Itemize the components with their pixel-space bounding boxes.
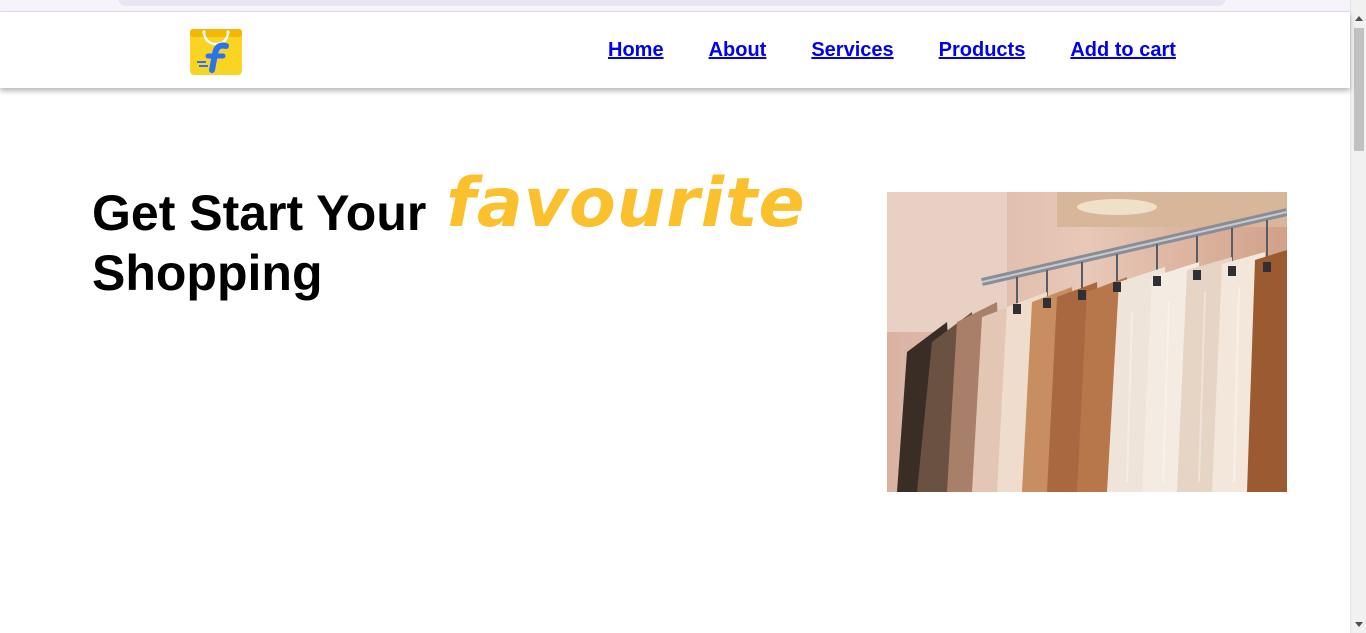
hero-title-accent: favourite [446,164,806,243]
nav-links: Home About Services Products Add to cart [608,39,1176,62]
nav-link-add-to-cart[interactable]: Add to cart [1070,39,1176,61]
hero-title-start: Get Start Your [92,185,427,241]
nav-item-services: Services [811,39,893,62]
browser-top-bar [0,0,1350,12]
browser-address-bar[interactable] [118,0,1226,6]
scrollbar-thumb[interactable] [1354,28,1364,151]
nav-link-about[interactable]: About [709,39,767,61]
nav-link-services[interactable]: Services [811,39,893,61]
nav-item-cart: Add to cart [1070,39,1176,62]
nav-link-products[interactable]: Products [939,39,1026,61]
scroll-down-icon[interactable] [1355,622,1363,627]
nav-item-home: Home [608,39,664,62]
flipkart-logo-icon[interactable] [189,22,243,76]
nav-link-home[interactable]: Home [608,39,664,61]
clothes-rack-illustration [887,192,1287,492]
vertical-scrollbar[interactable] [1350,0,1366,633]
scroll-up-icon[interactable] [1355,16,1363,21]
hero-title: Get Start Your favourite Shopping [92,170,812,303]
navbar: Home About Services Products Add to cart [0,12,1350,88]
hero-clothes-image [887,192,1287,492]
hero-title-end: Shopping [92,245,323,301]
nav-item-about: About [709,39,767,62]
nav-item-products: Products [939,39,1026,62]
logo-svg [190,29,242,75]
